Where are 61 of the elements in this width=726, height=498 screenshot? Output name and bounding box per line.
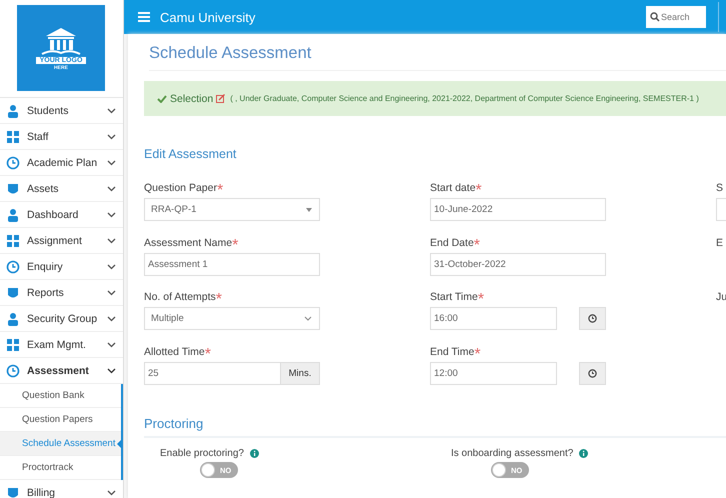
toggle-label: Is onboarding assessment? <box>451 448 574 459</box>
field-label: E <box>716 236 724 250</box>
field-label: End Time <box>430 346 474 360</box>
sidebar-item[interactable]: Students <box>0 98 123 124</box>
unit-addon: Mins. <box>281 362 320 384</box>
app-title: Camu University <box>160 10 256 24</box>
field-label: Question Paper <box>144 182 217 196</box>
clock-icon <box>588 314 597 323</box>
sidebar-item[interactable]: Assignment <box>0 228 123 254</box>
clock-button[interactable] <box>579 362 606 384</box>
page-title: Schedule Assessment <box>149 40 726 71</box>
sidebar-item[interactable]: Staff <box>0 124 123 150</box>
selection-label: Selection <box>170 92 214 104</box>
sidebar-item[interactable]: Exam Mgmt. <box>0 332 123 358</box>
caret-icon <box>306 208 312 212</box>
field-label: S <box>716 182 724 196</box>
dropdown[interactable]: Multiple <box>144 307 320 330</box>
input-field[interactable]: 25 <box>144 362 281 384</box>
time-field[interactable]: 16:00 <box>430 307 557 330</box>
check-icon <box>157 94 167 102</box>
toggle-label: Enable proctoring? <box>160 448 244 459</box>
submenu-item[interactable]: Proctortrack <box>0 456 121 480</box>
required-mark: * <box>216 182 224 198</box>
input-field[interactable]: 10-June-2022 <box>430 198 606 221</box>
sidebar-item[interactable]: Dashboard <box>0 202 123 228</box>
sidebar-item[interactable]: Security Group <box>0 306 123 332</box>
field-label: Assessment Name <box>144 236 232 250</box>
required-mark: * <box>478 291 484 307</box>
submenu-item[interactable]: Question Bank <box>0 384 121 408</box>
clock-button[interactable] <box>579 307 606 330</box>
sidebar-item[interactable]: Assets <box>0 176 123 202</box>
sidebar-item[interactable]: Enquiry <box>0 254 123 280</box>
sidebar-item[interactable]: Reports <box>0 280 123 306</box>
clock-icon <box>588 368 597 378</box>
search-icon <box>650 12 660 22</box>
required-mark: * <box>232 236 238 252</box>
dropdown[interactable]: RRA-QP-1 <box>144 198 320 221</box>
sidebar-item[interactable]: Academic Plan <box>0 150 123 176</box>
required-mark: * <box>216 291 222 307</box>
input-field[interactable]: Assessment 1 <box>144 252 320 276</box>
field-label: Start date <box>430 182 476 196</box>
required-mark: * <box>474 346 481 362</box>
field-label: End Date <box>430 236 474 250</box>
field-label: Start Time <box>430 291 478 305</box>
input-field[interactable]: 31-October-2022 <box>430 252 606 276</box>
field-label: No. of Attempts <box>144 291 216 305</box>
search-field[interactable]: Search <box>646 6 706 28</box>
section-title: Edit Assessment <box>144 147 238 163</box>
sidebar-item[interactable]: Billing <box>0 480 123 498</box>
required-mark: * <box>204 346 211 362</box>
info-icon <box>579 449 588 458</box>
chevron-icon <box>304 316 312 321</box>
edit-icon[interactable] <box>216 94 226 103</box>
info-icon <box>250 449 259 458</box>
sidebar-item[interactable]: Assessment <box>0 358 123 384</box>
required-mark: * <box>474 236 480 252</box>
selection-details: ( , Under Graduate, Computer Science and Engineering, 2021-2022, Department of Computer Science Engineering, SEMESTER-1 ) <box>230 94 699 103</box>
required-mark: * <box>476 182 482 198</box>
field-label: Allotted Time <box>144 346 205 360</box>
time-field[interactable]: 12:00 <box>430 362 557 384</box>
section-title: Proctoring <box>144 416 726 438</box>
